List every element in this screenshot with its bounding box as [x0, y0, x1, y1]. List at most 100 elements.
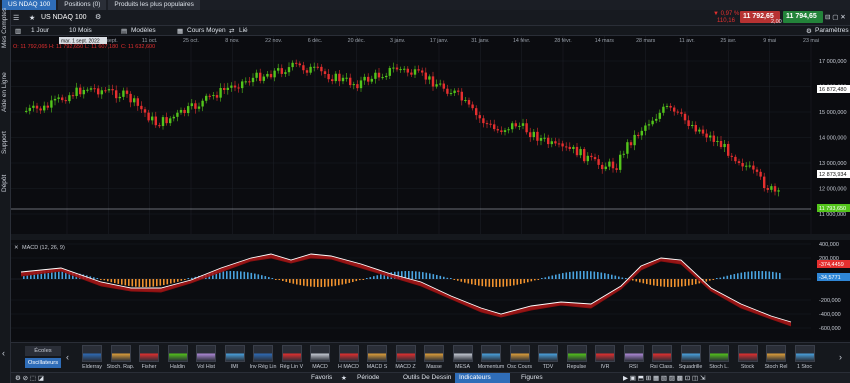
- y-axis-label: 17 000,000: [819, 59, 847, 65]
- candle-body: [64, 100, 67, 102]
- histogram-bar: [670, 279, 673, 287]
- candle-body: [698, 129, 701, 132]
- chart-type-icon[interactable]: ▥: [15, 27, 21, 35]
- indicator-tdv[interactable]: TDV: [535, 345, 561, 371]
- tab-us-ndaq-100[interactable]: US NDAQ 100: [2, 0, 57, 10]
- indicator-osc-cours[interactable]: Osc Cours: [507, 345, 533, 371]
- candle-body: [475, 108, 478, 116]
- settings-button[interactable]: Paramètres: [815, 27, 849, 34]
- indicator-macd[interactable]: MACD: [307, 345, 333, 371]
- signal-line: [20, 257, 792, 327]
- indicator-thumbnail-icon: [110, 345, 131, 362]
- buy-button[interactable]: 11 794,65: [783, 11, 823, 23]
- side-item-accounts[interactable]: Mes Comptes: [1, 8, 8, 48]
- indicator-vol-hist[interactable]: Vol Hist: [193, 345, 219, 371]
- indicator-stock[interactable]: Stock: [735, 345, 761, 371]
- indicator-stoch-rap-[interactable]: Stoch. Rap.: [106, 345, 135, 371]
- buy-price: 11 794,65: [786, 13, 817, 20]
- menu-icon[interactable]: ☰: [13, 14, 19, 22]
- histogram-bar: [460, 279, 463, 282]
- hover-date-tag: mar. 1 sept. 2022: [61, 39, 100, 45]
- range-select[interactable]: 10 Mois: [69, 27, 92, 34]
- chart-area[interactable]: 7 sept.27 sept.11 oct.25 oct.8 nov.22 no…: [11, 36, 850, 340]
- indicator-ivr[interactable]: IVR: [592, 345, 618, 371]
- indicator-1-stoc[interactable]: 1 Stoc: [792, 345, 818, 371]
- indicator-masse[interactable]: Masse: [421, 345, 447, 371]
- candle-body: [568, 146, 571, 150]
- tab-popular-products[interactable]: Produits les plus populaires: [108, 0, 200, 10]
- indicator-inv-r-g-lin[interactable]: Inv Rég Lin: [250, 345, 276, 371]
- bottom-right-icons[interactable]: ▶ ▣ ⬒ ⊞ ▦ ▧ ▨ ▩ ⊡ ◫ ⇲: [623, 374, 705, 382]
- candle-body: [673, 107, 676, 112]
- indicator-label: Stoch L.: [709, 364, 729, 370]
- indicator-thumbnail-icon: [509, 345, 530, 362]
- indicator-imi[interactable]: IMI: [222, 345, 248, 371]
- side-item-help[interactable]: Aide en Ligne: [1, 72, 8, 112]
- tools-icon[interactable]: ⚙ ⊘ ⬚ ◪: [15, 374, 44, 382]
- indicator-rsi-class-[interactable]: Rsi Class.: [649, 345, 675, 371]
- indicator-mesa[interactable]: MESA: [450, 345, 476, 371]
- star-icon[interactable]: ★: [29, 14, 35, 22]
- price-chart[interactable]: 7 sept.27 sept.11 oct.25 oct.8 nov.22 no…: [11, 36, 850, 340]
- indicator-elderray[interactable]: Elderray: [79, 345, 105, 371]
- tab-oscillators[interactable]: Oscillateurs: [25, 358, 61, 368]
- candle-body: [248, 81, 251, 83]
- indicator-squadrille[interactable]: Squadrille: [678, 345, 704, 371]
- candle-body: [485, 123, 489, 125]
- models-icon[interactable]: ▤: [121, 27, 127, 35]
- figures-button[interactable]: Figures: [521, 374, 543, 381]
- histogram-bar: [527, 279, 529, 283]
- side-item-support[interactable]: Support: [1, 131, 8, 154]
- candle-body: [46, 105, 49, 108]
- side-item-deposit[interactable]: Dépôt: [1, 175, 8, 192]
- indicator-stoch-rel[interactable]: Stoch Rel: [763, 345, 789, 371]
- tab-positions[interactable]: Positions (0): [58, 0, 107, 10]
- indicator-haldin[interactable]: Haldin: [165, 345, 191, 371]
- histogram-bar: [506, 279, 508, 287]
- histogram-bar: [600, 272, 603, 279]
- linked-button[interactable]: Lié: [239, 27, 248, 34]
- indicator-stoch-l-[interactable]: Stoch L.: [706, 345, 732, 371]
- link-icon[interactable]: ⇄: [229, 27, 234, 35]
- models-button[interactable]: Modèles: [131, 27, 156, 34]
- indicator-label: MACD Z: [395, 364, 416, 370]
- window-controls-icon[interactable]: ⊟ ▢ ✕: [825, 13, 846, 21]
- candle-body: [442, 83, 445, 89]
- average-price-button[interactable]: Cours Moyen: [187, 27, 226, 34]
- indicator-macd-s[interactable]: MACD S: [364, 345, 390, 371]
- x-axis-label: 3 janv.: [390, 38, 405, 44]
- indicator-momentum[interactable]: Momentum: [478, 345, 504, 371]
- scroll-right-icon[interactable]: ›: [839, 352, 842, 362]
- indicator-label: Stoch. Rap.: [106, 364, 135, 370]
- indicator-rsi[interactable]: RSI: [621, 345, 647, 371]
- candlestick-series: [25, 59, 780, 197]
- average-icon[interactable]: ▦: [177, 27, 183, 35]
- period-star-icon[interactable]: ★: [341, 374, 347, 382]
- candle-body: [759, 171, 762, 177]
- indicators-tab-active[interactable]: Indicateurs: [455, 373, 510, 383]
- histogram-bar: [243, 271, 246, 279]
- drawing-tools-button[interactable]: Outils De Dessin: [403, 374, 451, 381]
- instrument-bar: ☰ ★ US NDAQ 100 ⚙ ▼ 0,97 % 110,16 11 792…: [11, 10, 850, 26]
- indicator-r-g-lin-v[interactable]: Rég Lin V: [279, 345, 305, 371]
- indicator-repulse[interactable]: Repulse: [564, 345, 590, 371]
- gear-icon[interactable]: ⚙: [806, 27, 812, 35]
- scroll-left-icon[interactable]: ‹: [66, 352, 69, 362]
- indicator-h-macd[interactable]: H MACD: [336, 345, 362, 371]
- tab-trends[interactable]: Écoles: [25, 346, 61, 356]
- period-button[interactable]: Période: [357, 374, 379, 381]
- ohlc-low: L: 11 607,180: [85, 44, 118, 50]
- histogram-bar: [166, 279, 169, 285]
- favorites-button[interactable]: Favoris: [311, 374, 332, 381]
- period-select[interactable]: 1 Jour: [31, 27, 49, 34]
- candle-body: [482, 118, 485, 124]
- settings-small-icon[interactable]: ⚙: [95, 13, 101, 21]
- x-axis-label: 11 avr.: [679, 38, 695, 44]
- indicator-fisher[interactable]: Fisher: [136, 345, 162, 371]
- candle-body: [493, 124, 496, 130]
- collapse-icon[interactable]: ‹: [2, 348, 5, 358]
- indicator-label: 1 Stoc: [796, 364, 813, 370]
- candle-body: [435, 84, 438, 87]
- candle-body: [71, 95, 75, 97]
- indicator-macd-z[interactable]: MACD Z: [393, 345, 419, 371]
